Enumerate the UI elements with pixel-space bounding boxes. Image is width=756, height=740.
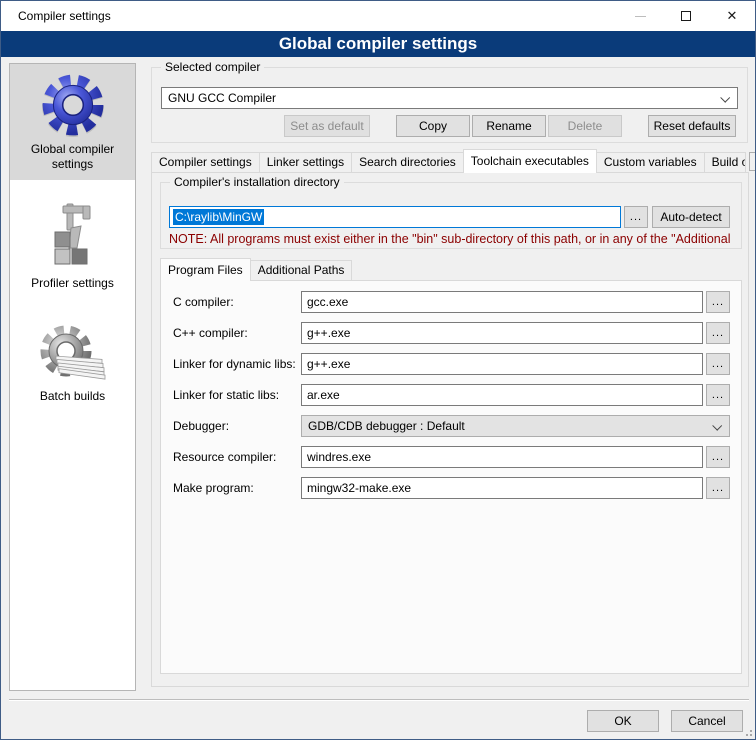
window-title: Compiler settings bbox=[18, 1, 111, 31]
make-program-browse-button[interactable]: ... bbox=[706, 477, 730, 499]
linker-dynamic-input[interactable] bbox=[301, 353, 703, 375]
copy-button[interactable]: Copy bbox=[396, 115, 470, 137]
linker-dynamic-browse-button[interactable]: ... bbox=[706, 353, 730, 375]
tab-search-directories[interactable]: Search directories bbox=[351, 152, 464, 173]
rename-button[interactable]: Rename bbox=[472, 115, 546, 137]
installation-directory-input[interactable]: C:\raylib\MinGW bbox=[169, 206, 621, 228]
linker-static-browse-button[interactable]: ... bbox=[706, 384, 730, 406]
selected-compiler-dropdown[interactable]: GNU GCC Compiler bbox=[161, 87, 738, 109]
program-files-panel: C compiler: ... C++ compiler: ... Linker… bbox=[160, 280, 742, 674]
chevron-down-icon bbox=[712, 421, 722, 431]
selected-compiler-group-label: Selected compiler bbox=[161, 60, 264, 74]
dialog-body: Global compiler settings bbox=[1, 57, 755, 739]
debugger-label: Debugger: bbox=[173, 415, 229, 437]
linker-static-label: Linker for static libs: bbox=[173, 384, 279, 406]
cpp-compiler-browse-button[interactable]: ... bbox=[706, 322, 730, 344]
resize-grip-icon[interactable] bbox=[743, 727, 752, 736]
gray-gear-papers-icon bbox=[40, 321, 106, 385]
tab-additional-paths[interactable]: Additional Paths bbox=[250, 260, 353, 281]
minimize-icon bbox=[635, 16, 646, 17]
tab-linker-settings[interactable]: Linker settings bbox=[259, 152, 352, 173]
toolchain-executables-panel: Compiler's installation directory C:\ray… bbox=[151, 172, 749, 687]
tab-scroll-left-button[interactable] bbox=[749, 152, 756, 171]
resource-compiler-input[interactable] bbox=[301, 446, 703, 468]
resource-compiler-label: Resource compiler: bbox=[173, 446, 276, 468]
tab-custom-variables[interactable]: Custom variables bbox=[596, 152, 705, 173]
chevron-down-icon bbox=[720, 93, 730, 103]
sidebar-item-label: Profiler settings bbox=[12, 276, 133, 291]
tab-compiler-settings[interactable]: Compiler settings bbox=[151, 152, 260, 173]
titlebar: Compiler settings ✕ bbox=[1, 1, 755, 31]
sidebar-item-label: Batch builds bbox=[12, 389, 133, 404]
linker-dynamic-label: Linker for dynamic libs: bbox=[173, 353, 296, 375]
minimize-button[interactable] bbox=[617, 1, 663, 31]
cpp-compiler-input[interactable] bbox=[301, 322, 703, 344]
ok-button[interactable]: OK bbox=[587, 710, 659, 732]
c-compiler-input[interactable] bbox=[301, 291, 703, 313]
make-program-label: Make program: bbox=[173, 477, 254, 499]
dialog-banner-title: Global compiler settings bbox=[1, 31, 755, 57]
linker-static-input[interactable] bbox=[301, 384, 703, 406]
installation-directory-note: NOTE: All programs must exist either in … bbox=[169, 232, 737, 246]
close-icon: ✕ bbox=[727, 8, 738, 24]
c-compiler-browse-button[interactable]: ... bbox=[706, 291, 730, 313]
c-compiler-label: C compiler: bbox=[173, 291, 234, 313]
close-button[interactable]: ✕ bbox=[709, 1, 755, 31]
auto-detect-button[interactable]: Auto-detect bbox=[652, 206, 730, 228]
installation-directory-group: Compiler's installation directory C:\ray… bbox=[160, 182, 742, 249]
make-program-input[interactable] bbox=[301, 477, 703, 499]
maximize-button[interactable] bbox=[663, 1, 709, 31]
compiler-tabs: Compiler settings Linker settings Search… bbox=[151, 149, 756, 173]
reset-defaults-button[interactable]: Reset defaults bbox=[648, 115, 736, 137]
footer-divider bbox=[9, 699, 749, 701]
tab-toolchain-executables[interactable]: Toolchain executables bbox=[463, 149, 597, 173]
installation-directory-group-label: Compiler's installation directory bbox=[170, 175, 344, 189]
settings-category-list: Global compiler settings bbox=[9, 63, 136, 691]
compiler-settings-dialog: Compiler settings ✕ Global compiler sett… bbox=[0, 0, 756, 740]
cpp-compiler-label: C++ compiler: bbox=[173, 322, 248, 344]
sidebar-item-global-compiler-settings[interactable]: Global compiler settings bbox=[10, 64, 135, 180]
debugger-value: GDB/CDB debugger : Default bbox=[308, 419, 465, 433]
program-tabs: Program Files Additional Paths bbox=[160, 258, 352, 281]
delete-button[interactable]: Delete bbox=[548, 115, 622, 137]
tab-program-files[interactable]: Program Files bbox=[160, 258, 251, 281]
blue-gear-icon bbox=[40, 72, 106, 138]
sidebar-item-batch-builds[interactable]: Batch builds bbox=[10, 313, 135, 412]
selected-compiler-value: GNU GCC Compiler bbox=[168, 91, 276, 105]
cancel-button[interactable]: Cancel bbox=[671, 710, 743, 732]
sidebar-item-profiler-settings[interactable]: Profiler settings bbox=[10, 194, 135, 299]
maximize-icon bbox=[681, 11, 691, 21]
sidebar-item-label: Global compiler settings bbox=[12, 142, 133, 172]
installation-directory-browse-button[interactable]: ... bbox=[624, 206, 648, 228]
resource-compiler-browse-button[interactable]: ... bbox=[706, 446, 730, 468]
set-as-default-button[interactable]: Set as default bbox=[284, 115, 370, 137]
tab-build-options-truncated[interactable]: Build options bbox=[704, 152, 746, 173]
caliper-icon bbox=[41, 202, 105, 272]
installation-directory-value: C:\raylib\MinGW bbox=[173, 209, 264, 225]
debugger-dropdown[interactable]: GDB/CDB debugger : Default bbox=[301, 415, 730, 437]
